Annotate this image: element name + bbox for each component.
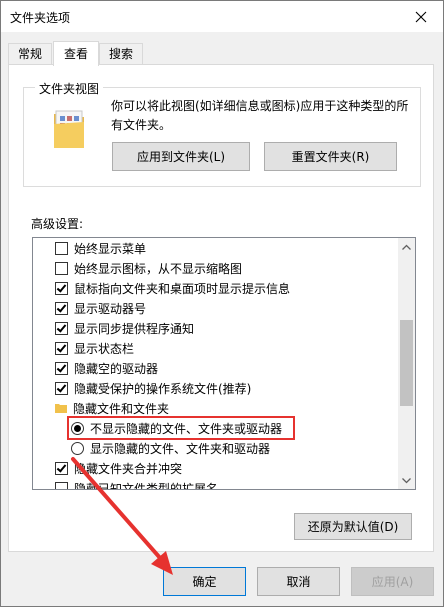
list-item-label: 显示同步提供程序通知 xyxy=(74,321,195,336)
close-button[interactable] xyxy=(398,1,443,32)
list-item[interactable]: 鼠标指向文件夹和桌面项时显示提示信息 xyxy=(55,278,290,298)
folder-views-title: 文件夹视图 xyxy=(35,80,104,97)
chevron-up-icon xyxy=(402,244,411,250)
checkbox[interactable] xyxy=(55,281,68,295)
checkbox[interactable] xyxy=(55,321,68,335)
checkbox[interactable] xyxy=(55,381,68,395)
folder-icon xyxy=(55,404,67,413)
chevron-down-icon xyxy=(402,477,411,483)
checkbox[interactable] xyxy=(55,301,68,315)
tab-general[interactable]: 常规 xyxy=(8,43,52,65)
advanced-settings-list[interactable]: 始终显示菜单 始终显示图标，从不显示缩略图 鼠标指向文件夹和桌面项时显示提示信息… xyxy=(32,237,416,490)
checkbox[interactable] xyxy=(55,361,68,375)
cancel-button[interactable]: 取消 xyxy=(257,567,340,596)
window-title: 文件夹选项 xyxy=(10,11,71,25)
reset-folders-button[interactable]: 重置文件夹(R) xyxy=(264,142,397,171)
checkbox[interactable] xyxy=(55,241,68,255)
radio-button[interactable] xyxy=(71,421,84,435)
checkbox[interactable] xyxy=(55,341,68,355)
tab-view[interactable]: 查看 xyxy=(53,41,99,66)
folder-views-description: 你可以将此视图(如详细信息或图标)应用于这种类型的所 有文件夹。 xyxy=(111,97,411,135)
restore-defaults-button[interactable]: 还原为默认值(D) xyxy=(294,513,412,540)
list-item[interactable]: 隐藏受保护的操作系统文件(推荐) xyxy=(55,378,251,398)
list-item-label: 始终显示菜单 xyxy=(74,241,147,256)
list-item[interactable]: 始终显示图标，从不显示缩略图 xyxy=(55,258,242,278)
list-item-label: 显示驱动器号 xyxy=(74,301,147,316)
scroll-down-button[interactable] xyxy=(398,472,415,489)
folder-views-icon xyxy=(54,110,84,148)
list-item-label: 鼠标指向文件夹和桌面项时显示提示信息 xyxy=(74,281,291,296)
vertical-scrollbar[interactable] xyxy=(398,238,415,489)
list-item-label: 始终显示图标，从不显示缩略图 xyxy=(74,261,243,276)
checkbox[interactable] xyxy=(55,481,68,489)
folder-options-window: 文件夹选项 常规 查看 搜索 文件夹视图 你可以将此视图(如详细信息或图标)应用… xyxy=(0,0,444,607)
list-item[interactable]: 显示隐藏的文件、文件夹和驱动器 xyxy=(71,438,270,458)
scroll-thumb[interactable] xyxy=(400,320,413,406)
folder-views-description-line-2: 有文件夹。 xyxy=(111,118,172,132)
apply-button[interactable]: 应用(A) xyxy=(351,567,434,596)
list-item[interactable]: 显示状态栏 xyxy=(55,338,134,358)
radio-button[interactable] xyxy=(71,441,84,455)
apply-to-folders-button[interactable]: 应用到文件夹(L) xyxy=(112,142,250,171)
ok-button[interactable]: 确定 xyxy=(163,567,246,596)
checkbox[interactable] xyxy=(55,461,68,475)
list-item[interactable]: 显示驱动器号 xyxy=(55,298,146,318)
list-item-label: 隐藏空的驱动器 xyxy=(74,361,159,376)
list-item-label: 隐藏文件和文件夹 xyxy=(73,401,170,416)
list-item[interactable]: 隐藏空的驱动器 xyxy=(55,358,158,378)
list-item: 隐藏文件和文件夹 xyxy=(55,398,169,418)
list-item-label: 不显示隐藏的文件、文件夹或驱动器 xyxy=(90,421,283,436)
list-item-label: 显示隐藏的文件、文件夹和驱动器 xyxy=(90,441,271,456)
list-item-label: 隐藏受保护的操作系统文件(推荐) xyxy=(74,381,252,396)
list-item-label: 显示状态栏 xyxy=(74,341,135,356)
scroll-up-button[interactable] xyxy=(398,238,415,255)
title-bar: 文件夹选项 xyxy=(1,1,443,32)
list-item[interactable]: 不显示隐藏的文件、文件夹或驱动器 xyxy=(71,418,282,438)
list-item[interactable]: 始终显示菜单 xyxy=(55,238,146,258)
close-icon xyxy=(415,11,426,22)
list-item[interactable]: 隐藏文件夹合并冲突 xyxy=(55,458,182,478)
checkbox[interactable] xyxy=(55,261,68,275)
advanced-settings-label: 高级设置: xyxy=(31,217,84,231)
list-item[interactable]: 显示同步提供程序通知 xyxy=(55,318,194,338)
list-item[interactable]: 隐藏已知文件类型的扩展名 xyxy=(55,478,219,490)
folder-views-description-line-1: 你可以将此视图(如详细信息或图标)应用于这种类型的所 xyxy=(111,99,409,113)
tab-search[interactable]: 搜索 xyxy=(99,43,143,65)
list-item-label: 隐藏已知文件类型的扩展名 xyxy=(74,481,219,490)
list-item-label: 隐藏文件夹合并冲突 xyxy=(74,461,183,476)
